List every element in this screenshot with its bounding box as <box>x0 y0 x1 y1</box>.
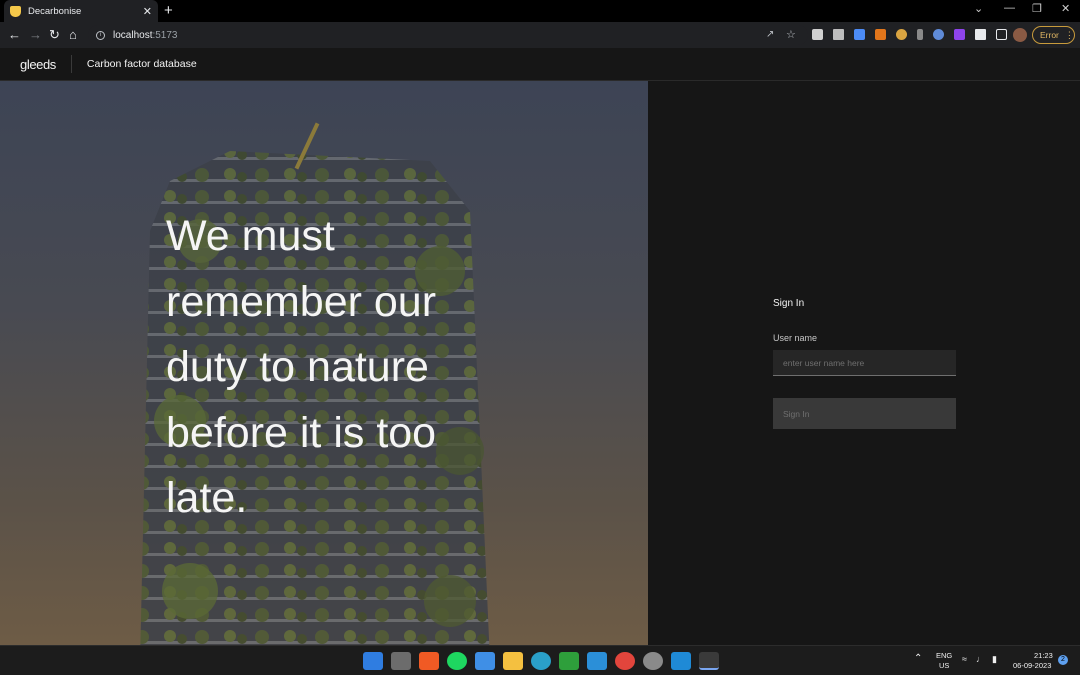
google-extension-icon[interactable] <box>933 29 944 40</box>
username-label: User name <box>773 333 818 343</box>
tab-search-icon[interactable]: ⌄ <box>974 2 983 15</box>
lens-l-icon[interactable] <box>587 652 607 670</box>
home-icon[interactable]: ⌂ <box>69 27 77 42</box>
file-explorer-icon[interactable] <box>503 652 523 670</box>
windows-taskbar: ⌃ ENG US ≈ ♩ ▮ 21:23 06-09-2023 2 <box>0 645 1080 675</box>
metamask-extension-icon[interactable] <box>875 29 886 40</box>
signin-panel: Sign In User name Sign In <box>648 81 1080 645</box>
mute-extension-icon[interactable] <box>833 29 844 40</box>
notification-badge[interactable]: 2 <box>1058 655 1068 665</box>
start-windows-icon[interactable] <box>363 652 383 670</box>
shield-favicon-icon <box>10 5 21 17</box>
language-us[interactable]: US <box>939 661 949 670</box>
side-panel-icon[interactable] <box>996 29 1007 40</box>
minimize-button[interactable]: — <box>1004 2 1015 14</box>
chrome-icon[interactable] <box>615 652 635 670</box>
microsoft-store-icon[interactable] <box>475 652 495 670</box>
profile-avatar[interactable] <box>1013 28 1027 42</box>
hero-quote: We must remember our duty to nature befo… <box>166 212 437 522</box>
chrome-active-icon[interactable] <box>699 652 719 670</box>
username-input[interactable] <box>773 350 956 376</box>
new-tab-button[interactable]: + <box>164 2 173 19</box>
clock-time[interactable]: 21:23 <box>1034 651 1053 660</box>
signin-heading: Sign In <box>773 298 805 309</box>
menu-dots-icon: ⋮ <box>1064 29 1074 40</box>
wifi-icon[interactable]: ≈ <box>962 654 967 664</box>
tray-chevron-icon[interactable]: ⌃ <box>914 653 922 664</box>
profile-error-button[interactable]: Error ⋮ <box>1032 26 1075 44</box>
taskbar-apps <box>363 652 719 670</box>
gleeds-logo[interactable]: gleeds <box>20 55 72 73</box>
browser-tab[interactable]: Decarbonise ✕ <box>4 0 158 22</box>
language-eng[interactable]: ENG <box>936 651 952 660</box>
xbox-icon[interactable] <box>559 652 579 670</box>
address-bar[interactable]: i localhost :5173 <box>88 25 808 45</box>
app-title[interactable]: Carbon factor database <box>87 58 197 70</box>
battery-icon[interactable]: ▮ <box>992 654 997 665</box>
back-arrow-icon[interactable]: ← <box>8 27 21 42</box>
translate-extension-icon[interactable] <box>854 29 865 40</box>
profile-error-label: Error <box>1040 30 1059 40</box>
browser-tabstrip: Decarbonise ✕ + ⌄ — ❐ ✕ <box>0 0 1080 22</box>
restore-button[interactable]: ❐ <box>1032 2 1042 15</box>
screen-extension-icon[interactable] <box>812 29 823 40</box>
hero-image: We must remember our duty to nature befo… <box>0 81 648 645</box>
signin-button[interactable]: Sign In <box>773 398 956 429</box>
close-window-button[interactable]: ✕ <box>1061 2 1070 15</box>
spotify-icon[interactable] <box>447 652 467 670</box>
coin-extension-icon[interactable] <box>896 29 907 40</box>
bookmark-star-icon[interactable]: ☆ <box>786 28 796 41</box>
clock-date[interactable]: 06-09-2023 <box>1013 661 1051 670</box>
extensions-bar <box>812 29 1007 40</box>
tab-close-icon[interactable]: ✕ <box>143 5 152 18</box>
url-host: localhost <box>113 29 153 41</box>
browser-toolbar: ← → ↻ ⌂ i localhost :5173 ↗ ☆ Error ⋮ <box>0 22 1080 48</box>
task-view-icon[interactable] <box>391 652 411 670</box>
app-header: gleeds Carbon factor database <box>0 48 1080 81</box>
volume-icon[interactable]: ♩ <box>976 654 985 664</box>
brave-browser-icon[interactable] <box>419 652 439 670</box>
site-info-icon[interactable]: i <box>96 30 105 40</box>
share-icon[interactable]: ↗ <box>766 29 774 40</box>
reload-icon[interactable]: ↻ <box>49 27 60 43</box>
forward-arrow-icon[interactable]: → <box>29 27 42 42</box>
url-port: :5173 <box>152 29 178 41</box>
pin-extension-icon[interactable] <box>917 29 923 40</box>
purple-extension-icon[interactable] <box>954 29 965 40</box>
puzzle-extensions-icon[interactable] <box>975 29 986 40</box>
edge-browser-icon[interactable] <box>531 652 551 670</box>
settings-gear-icon[interactable] <box>643 652 663 670</box>
vscode-icon[interactable] <box>671 652 691 670</box>
tab-title: Decarbonise <box>28 5 82 17</box>
